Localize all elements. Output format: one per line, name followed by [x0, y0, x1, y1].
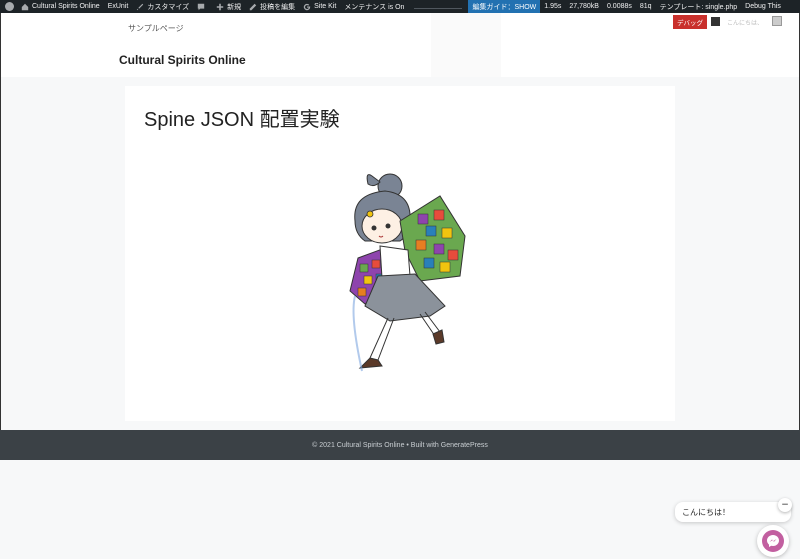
adminbar-site-name[interactable]: Cultural Spirits Online [17, 0, 104, 13]
chat-greeting-bubble[interactable]: こんにちは！ [675, 502, 791, 522]
adminbar-site-name-label: Cultural Spirits Online [32, 3, 100, 10]
header-ghost-overlay [431, 13, 501, 77]
site-header: サンプルページ Cultural Spirits Online デバッグ こんに… [0, 13, 800, 77]
chat-greeting-text: こんにちは！ [682, 507, 730, 517]
chat-close-button[interactable]: − [778, 498, 792, 512]
adminbar-memory[interactable]: 27,780kB [565, 0, 603, 13]
page-title: Spine JSON 配置実験 [144, 109, 340, 131]
article-card: Spine JSON 配置実験 [125, 86, 675, 421]
adminbar-new-label: 新規 [227, 3, 242, 11]
messenger-icon [762, 530, 784, 552]
wordpress-logo-icon[interactable] [5, 2, 14, 11]
comment-icon [197, 3, 205, 10]
adminbar-debug-this[interactable]: Debug This [741, 0, 785, 13]
adminbar-maintenance[interactable]: メンテナンス is On [340, 0, 408, 13]
adminbar-customize[interactable]: カスタマイズ [132, 0, 193, 13]
adminbar-time[interactable]: 1.95s [540, 0, 565, 13]
site-title[interactable]: Cultural Spirits Online [119, 53, 246, 67]
adminbar-exunit[interactable]: ExUnit [104, 0, 133, 13]
adminbar-edit-post[interactable]: 投稿を編集 [245, 0, 299, 13]
adminbar-new[interactable]: 新規 [212, 0, 245, 13]
debug-button[interactable]: デバッグ [673, 15, 707, 29]
adminbar-edit-post-label: 投稿を編集 [260, 3, 296, 11]
admin-bar: Cultural Spirits Online ExUnit カスタマイズ 新規… [0, 0, 800, 13]
adminbar-blank-field [414, 4, 463, 9]
adminbar-query-time[interactable]: 0.0088s [603, 0, 636, 13]
nav-item-sample-page[interactable]: サンプルページ [128, 23, 184, 34]
adminbar-edit-guide[interactable]: 編集ガイド：SHOW [468, 0, 541, 13]
frame-left-edge [0, 77, 1, 430]
adminbar-site-kit-label: Site Kit [314, 3, 337, 10]
character-illustration [349, 173, 466, 372]
pencil-icon [249, 3, 257, 10]
plus-icon [216, 3, 224, 10]
messenger-glyph-icon [767, 535, 779, 547]
toolbar-square-icon[interactable] [711, 17, 720, 26]
paintbrush-icon [137, 3, 144, 10]
home-icon [21, 3, 29, 10]
adminbar-template[interactable]: テンプレート: single.php [656, 0, 742, 13]
adminbar-site-kit[interactable]: Site Kit [299, 0, 340, 13]
messenger-button[interactable] [757, 525, 789, 557]
footer-copyright: © 2021 Cultural Spirits Online • Built w… [312, 441, 488, 449]
adminbar-customize-label: カスタマイズ [147, 3, 190, 11]
adminbar-queries[interactable]: 81q [636, 0, 656, 13]
user-greeting[interactable]: こんにちは、 [727, 18, 763, 27]
google-g-icon [303, 3, 311, 10]
adminbar-comments[interactable] [193, 0, 212, 13]
site-footer: © 2021 Cultural Spirits Online • Built w… [0, 430, 800, 460]
user-avatar-icon[interactable] [772, 16, 782, 26]
